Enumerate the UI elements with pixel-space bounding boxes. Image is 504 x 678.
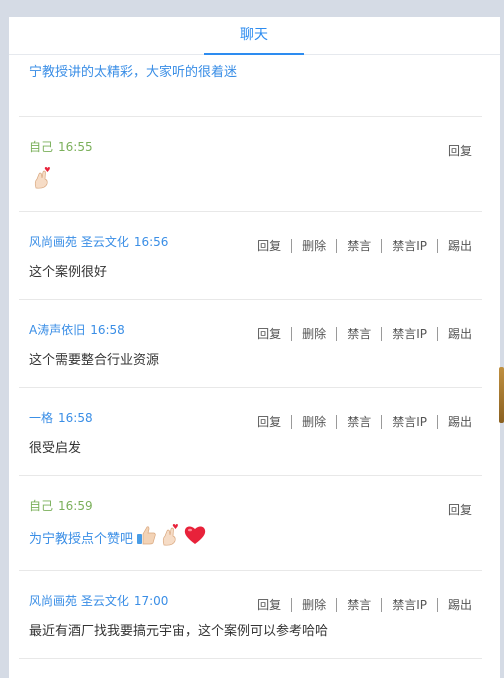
chat-message: A涛声依旧 16:58 这个需要整合行业资源 回复 删除 禁言 禁言IP 踢出	[19, 299, 482, 388]
kick-button[interactable]: 踢出	[438, 325, 474, 342]
message-body: 最近有酒厂找我要搞元宇宙，这个案例可以参考哈哈	[29, 620, 328, 639]
thumbs-up-icon	[135, 524, 157, 550]
chat-message: 自己 16:59 为宁教授点个赞吧 回复	[19, 475, 482, 571]
message-text: 这个案例很好	[29, 265, 108, 280]
mute-ip-button[interactable]: 禁言IP	[382, 413, 437, 430]
message-author: A涛声依旧	[29, 323, 86, 337]
reply-button[interactable]: 回复	[438, 501, 474, 518]
chat-panel: 聊天 自己16:55宁教授讲的太精彩，大家听的很着迷回复自己16:55回复风尚画…	[9, 17, 500, 678]
chat-message: 自己 16:55 回复	[19, 116, 482, 212]
message-time: 16:56	[133, 235, 169, 249]
message-text: 宁教授讲的太精彩，大家听的很着迷	[29, 65, 238, 80]
tab-chat[interactable]: 聊天	[204, 17, 304, 55]
message-meta: 自己 16:55	[29, 138, 93, 155]
chat-message: 一格 16:58 很受启发 回复 删除 禁言 禁言IP 踢出	[19, 387, 482, 476]
message-author: 风尚画苑 圣云文化	[29, 235, 129, 249]
mute-ip-button[interactable]: 禁言IP	[382, 325, 437, 342]
message-author: 一格	[29, 411, 54, 425]
delete-button[interactable]: 删除	[292, 325, 336, 342]
mute-ip-button[interactable]: 禁言IP	[382, 237, 437, 254]
mute-button[interactable]: 禁言	[337, 237, 381, 254]
message-time: 16:58	[90, 323, 125, 337]
message-meta: 风尚画苑 圣云文化 17:00	[29, 592, 168, 609]
message-author: 自己	[29, 499, 54, 513]
reply-button[interactable]: 回复	[247, 325, 291, 342]
mute-button[interactable]: 禁言	[337, 596, 381, 613]
message-time: 16:55	[58, 140, 93, 154]
red-heart-icon	[183, 524, 207, 550]
delete-button[interactable]: 删除	[292, 237, 336, 254]
message-body: 很受启发	[29, 437, 81, 456]
fingers-crossed-heart-icon	[31, 166, 53, 194]
mute-button[interactable]: 禁言	[337, 325, 381, 342]
tab-bar: 聊天	[9, 17, 500, 55]
reply-button[interactable]: 回复	[247, 596, 291, 613]
message-actions: 回复	[438, 142, 474, 159]
message-text: 很受启发	[29, 441, 82, 456]
message-actions: 回复 删除 禁言 禁言IP 踢出	[247, 596, 474, 613]
message-body: 这个案例很好	[29, 261, 107, 280]
message-text: 这个需要整合行业资源	[29, 353, 160, 368]
message-text: 为宁教授点个赞吧	[29, 531, 134, 547]
message-body: 宁教授讲的太精彩，大家听的很着迷	[29, 61, 237, 80]
kick-button[interactable]: 踢出	[438, 596, 474, 613]
message-meta: 一格 16:58	[29, 409, 93, 426]
fingers-crossed-heart-icon	[159, 523, 181, 551]
message-text: 最近有酒厂找我要搞元宇宙，这个案例可以参考哈哈	[29, 624, 329, 639]
mute-button[interactable]: 禁言	[337, 413, 381, 430]
message-actions: 回复	[438, 501, 474, 518]
delete-button[interactable]: 删除	[292, 413, 336, 430]
message-body	[29, 166, 53, 194]
message-actions: 回复 删除 禁言 禁言IP 踢出	[247, 237, 474, 254]
reply-button[interactable]: 回复	[247, 413, 291, 430]
reply-button[interactable]: 回复	[247, 237, 291, 254]
message-author: 自己	[29, 140, 54, 154]
message-time: 17:00	[133, 594, 169, 608]
message-body: 这个需要整合行业资源	[29, 349, 159, 368]
side-handle[interactable]	[499, 367, 504, 423]
reply-button[interactable]: 回复	[438, 142, 474, 159]
message-meta: 自己 16:59	[29, 497, 93, 514]
mute-ip-button[interactable]: 禁言IP	[382, 596, 437, 613]
chat-message: 风尚画苑 圣云文化 17:00 最近有酒厂找我要搞元宇宙，这个案例可以参考哈哈 回复删…	[19, 570, 482, 659]
message-actions: 回复 删除 禁言 禁言IP 踢出	[247, 325, 474, 342]
message-time: 16:59	[58, 499, 93, 513]
message-author: 风尚画苑 圣云文化	[29, 594, 129, 608]
message-actions: 回复 删除 禁言 禁言IP 踢出	[247, 413, 474, 430]
kick-button[interactable]: 踢出	[438, 413, 474, 430]
message-meta: A涛声依旧 16:58	[29, 321, 125, 338]
delete-button[interactable]: 删除	[292, 596, 336, 613]
kick-button[interactable]: 踢出	[438, 237, 474, 254]
message-time: 16:58	[58, 411, 93, 425]
message-body: 为宁教授点个赞吧	[29, 523, 207, 551]
chat-message: 风尚画苑 圣云文化 16:56 这个案例很好 回复 删除 禁言 禁言IP 踢出	[19, 211, 482, 300]
message-meta: 风尚画苑 圣云文化 16:56	[29, 233, 168, 250]
